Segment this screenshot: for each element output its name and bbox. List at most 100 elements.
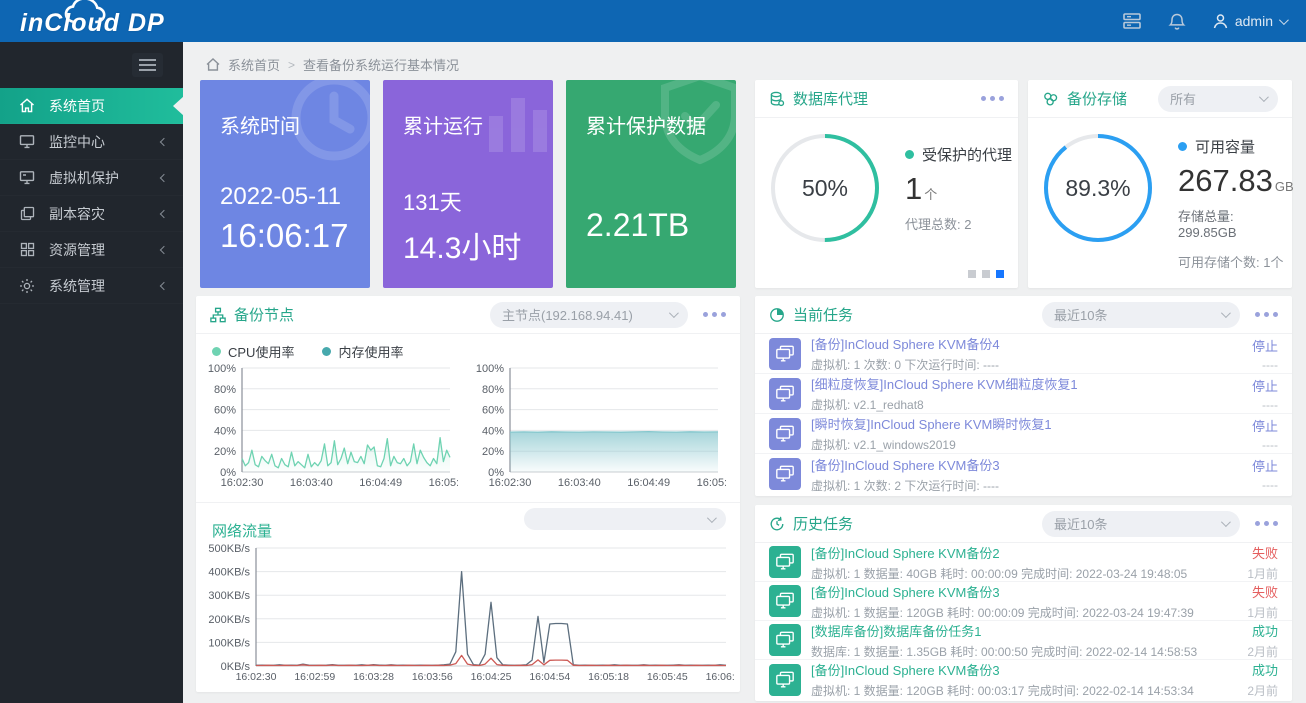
task-title-link[interactable]: [备份]InCloud Sphere KVM备份3 <box>811 455 1242 474</box>
task-subtitle: 虚拟机: 1 数据量: 40GB 耗时: 00:00:09 完成时间: 2022… <box>811 565 1237 582</box>
user-icon <box>1212 13 1229 30</box>
panel-title: 当前任务 <box>793 304 853 325</box>
current-tasks-filter-select[interactable]: 最近10条 <box>1042 302 1240 328</box>
breadcrumb-home-link[interactable]: 系统首页 <box>228 55 280 74</box>
hamburger-icon <box>139 59 156 61</box>
svg-text:20%: 20% <box>214 446 236 458</box>
legend-label: 可用容量 <box>1195 136 1255 157</box>
db-agent-more-menu[interactable] <box>981 96 1004 101</box>
sidebar-collapse-button[interactable] <box>132 53 163 77</box>
svg-text:16:05:52: 16:05:52 <box>697 477 726 489</box>
storage-filter-select[interactable]: 所有 <box>1158 86 1278 112</box>
topbar: inCloud DP admin <box>0 0 1306 42</box>
cpu-chart-svg: 100%80%60%40%20%0%16:02:3016:03:4016:04:… <box>200 362 458 490</box>
task-status-link[interactable]: 失败 <box>1247 582 1278 601</box>
task-title-link[interactable]: [细粒度恢复]InCloud Sphere KVM细粒度恢复1 <box>811 374 1242 393</box>
sidebar-item-resource[interactable]: 资源管理 <box>0 232 183 268</box>
svg-text:16:04:49: 16:04:49 <box>359 477 402 489</box>
database-icon <box>769 91 785 107</box>
notifications-bell-icon[interactable] <box>1168 12 1186 31</box>
history-tasks-filter-select[interactable]: 最近10条 <box>1042 511 1240 537</box>
task-title-link[interactable]: [瞬时恢复]InCloud Sphere KVM瞬时恢复1 <box>811 414 1242 433</box>
sitemap-icon <box>210 307 226 323</box>
task-title-link[interactable]: [备份]InCloud Sphere KVM备份2 <box>811 543 1237 562</box>
task-info: [备份]InCloud Sphere KVM备份3虚拟机: 1 数据量: 120… <box>811 582 1237 621</box>
db-agent-percent: 50% <box>769 132 881 244</box>
task-title-link[interactable]: [备份]InCloud Sphere KVM备份4 <box>811 334 1242 353</box>
network-range-select[interactable] <box>524 508 726 530</box>
server-list-icon[interactable] <box>1122 12 1142 30</box>
task-time: 2月前 <box>1247 643 1278 660</box>
legend-item[interactable]: CPU使用率 <box>212 342 294 361</box>
vm-icon <box>18 170 36 185</box>
svg-text:16:04:54: 16:04:54 <box>529 671 570 683</box>
vm-task-icon <box>769 664 801 696</box>
task-status-link[interactable]: 成功 <box>1247 621 1278 640</box>
storage-total: 存储总量: 299.85GB <box>1178 206 1294 240</box>
svg-text:16:03:40: 16:03:40 <box>290 477 333 489</box>
svg-text:16:03:28: 16:03:28 <box>353 671 394 683</box>
user-menu[interactable]: admin <box>1212 13 1286 30</box>
replica-icon <box>18 206 36 221</box>
pager-dot-active[interactable] <box>996 270 1004 278</box>
task-status-link[interactable]: 停止 <box>1252 416 1278 435</box>
task-time: 1月前 <box>1247 565 1278 582</box>
memory-usage-chart: 100%80%60%40%20%0%16:02:3016:03:4016:04:… <box>468 362 726 490</box>
svg-text:300KB/s: 300KB/s <box>208 590 250 602</box>
current-tasks-panel: 当前任务 最近10条 [备份]InCloud Sphere KVM备份4 虚拟机:… <box>755 296 1292 496</box>
task-title-link[interactable]: [备份]InCloud Sphere KVM备份3 <box>811 660 1237 679</box>
pager-dot[interactable] <box>982 270 990 278</box>
history-tasks-header: 历史任务 最近10条 <box>755 505 1292 543</box>
svg-text:100KB/s: 100KB/s <box>208 637 250 649</box>
vm-task-icon <box>769 624 801 656</box>
history-tasks-panel: 历史任务 最近10条 [备份]InCloud Sphere KVM备份2 虚拟机:… <box>755 505 1292 701</box>
task-title-link[interactable]: [备份]InCloud Sphere KVM备份3 <box>811 582 1237 601</box>
task-status-block: 成功 2月前 <box>1247 621 1278 660</box>
db-agent-donut: 50% <box>769 132 881 244</box>
sidebar-item-system[interactable]: 系统管理 <box>0 268 183 304</box>
gear-icon <box>18 278 36 294</box>
task-status-block: 停止 ---- <box>1252 416 1278 452</box>
sidebar-item-monitor[interactable]: 监控中心 <box>0 124 183 160</box>
node-more-menu[interactable] <box>703 312 726 317</box>
legend-dot <box>1178 142 1187 151</box>
legend-item[interactable]: 内存使用率 <box>322 342 403 361</box>
card-title: 系统时间 <box>220 110 350 139</box>
task-status-block: 停止---- <box>1252 456 1278 492</box>
history-tasks-more-menu[interactable] <box>1255 521 1278 526</box>
backup-node-panel: 备份节点 主节点(192.168.94.41) CPU使用率 内存使用率 100%… <box>196 296 740 692</box>
card-title: 累计运行 <box>403 110 533 139</box>
svg-text:80%: 80% <box>214 384 236 396</box>
divider <box>196 502 740 503</box>
current-tasks-more-menu[interactable] <box>1255 312 1278 317</box>
svg-text:16:02:59: 16:02:59 <box>294 671 335 683</box>
sidebar-item-label: 副本容灾 <box>49 204 161 224</box>
task-status-block: 停止---- <box>1252 336 1278 372</box>
svg-text:60%: 60% <box>214 405 236 417</box>
sidebar-item-home[interactable]: 系统首页 <box>0 88 183 124</box>
task-row: [备份]InCloud Sphere KVM备份3虚拟机: 1 数据量: 120… <box>755 582 1292 621</box>
chevron-down-icon <box>669 308 679 318</box>
task-title-link[interactable]: [数据库备份]数据库备份任务1 <box>811 621 1237 640</box>
backup-storage-panel: 备份存储 所有 89.3% 可用容量 267.83GB 存储总量: 299.85… <box>1028 80 1292 288</box>
task-status-block: 成功2月前 <box>1247 660 1278 699</box>
task-status-link[interactable]: 成功 <box>1247 660 1278 679</box>
task-row: [瞬时恢复]InCloud Sphere KVM瞬时恢复1虚拟机: v2.1_w… <box>755 414 1292 454</box>
breadcrumb-separator: > <box>288 58 295 72</box>
pager-dot[interactable] <box>968 270 976 278</box>
task-status-link[interactable]: 停止 <box>1252 336 1278 355</box>
task-subtitle: 虚拟机: 1 次数: 2 下次运行时间: ---- <box>811 477 1242 494</box>
task-status-block: 失败 1月前 <box>1247 543 1278 582</box>
sidebar-item-replica[interactable]: 副本容灾 <box>0 196 183 232</box>
task-status-link[interactable]: 停止 <box>1252 376 1278 395</box>
svg-text:16:03:40: 16:03:40 <box>558 477 601 489</box>
task-status-link[interactable]: 停止 <box>1252 456 1278 475</box>
node-select[interactable]: 主节点(192.168.94.41) <box>490 302 688 328</box>
panel-title: 备份节点 <box>234 304 294 325</box>
task-time: ---- <box>1252 438 1278 452</box>
card-value-days: 131天 <box>403 185 533 217</box>
task-status-link[interactable]: 失败 <box>1247 543 1278 562</box>
sidebar-item-label: 虚拟机保护 <box>49 168 161 188</box>
sidebar-item-vm[interactable]: 虚拟机保护 <box>0 160 183 196</box>
uptime-card: 累计运行 131天 14.3小时 <box>383 80 553 288</box>
